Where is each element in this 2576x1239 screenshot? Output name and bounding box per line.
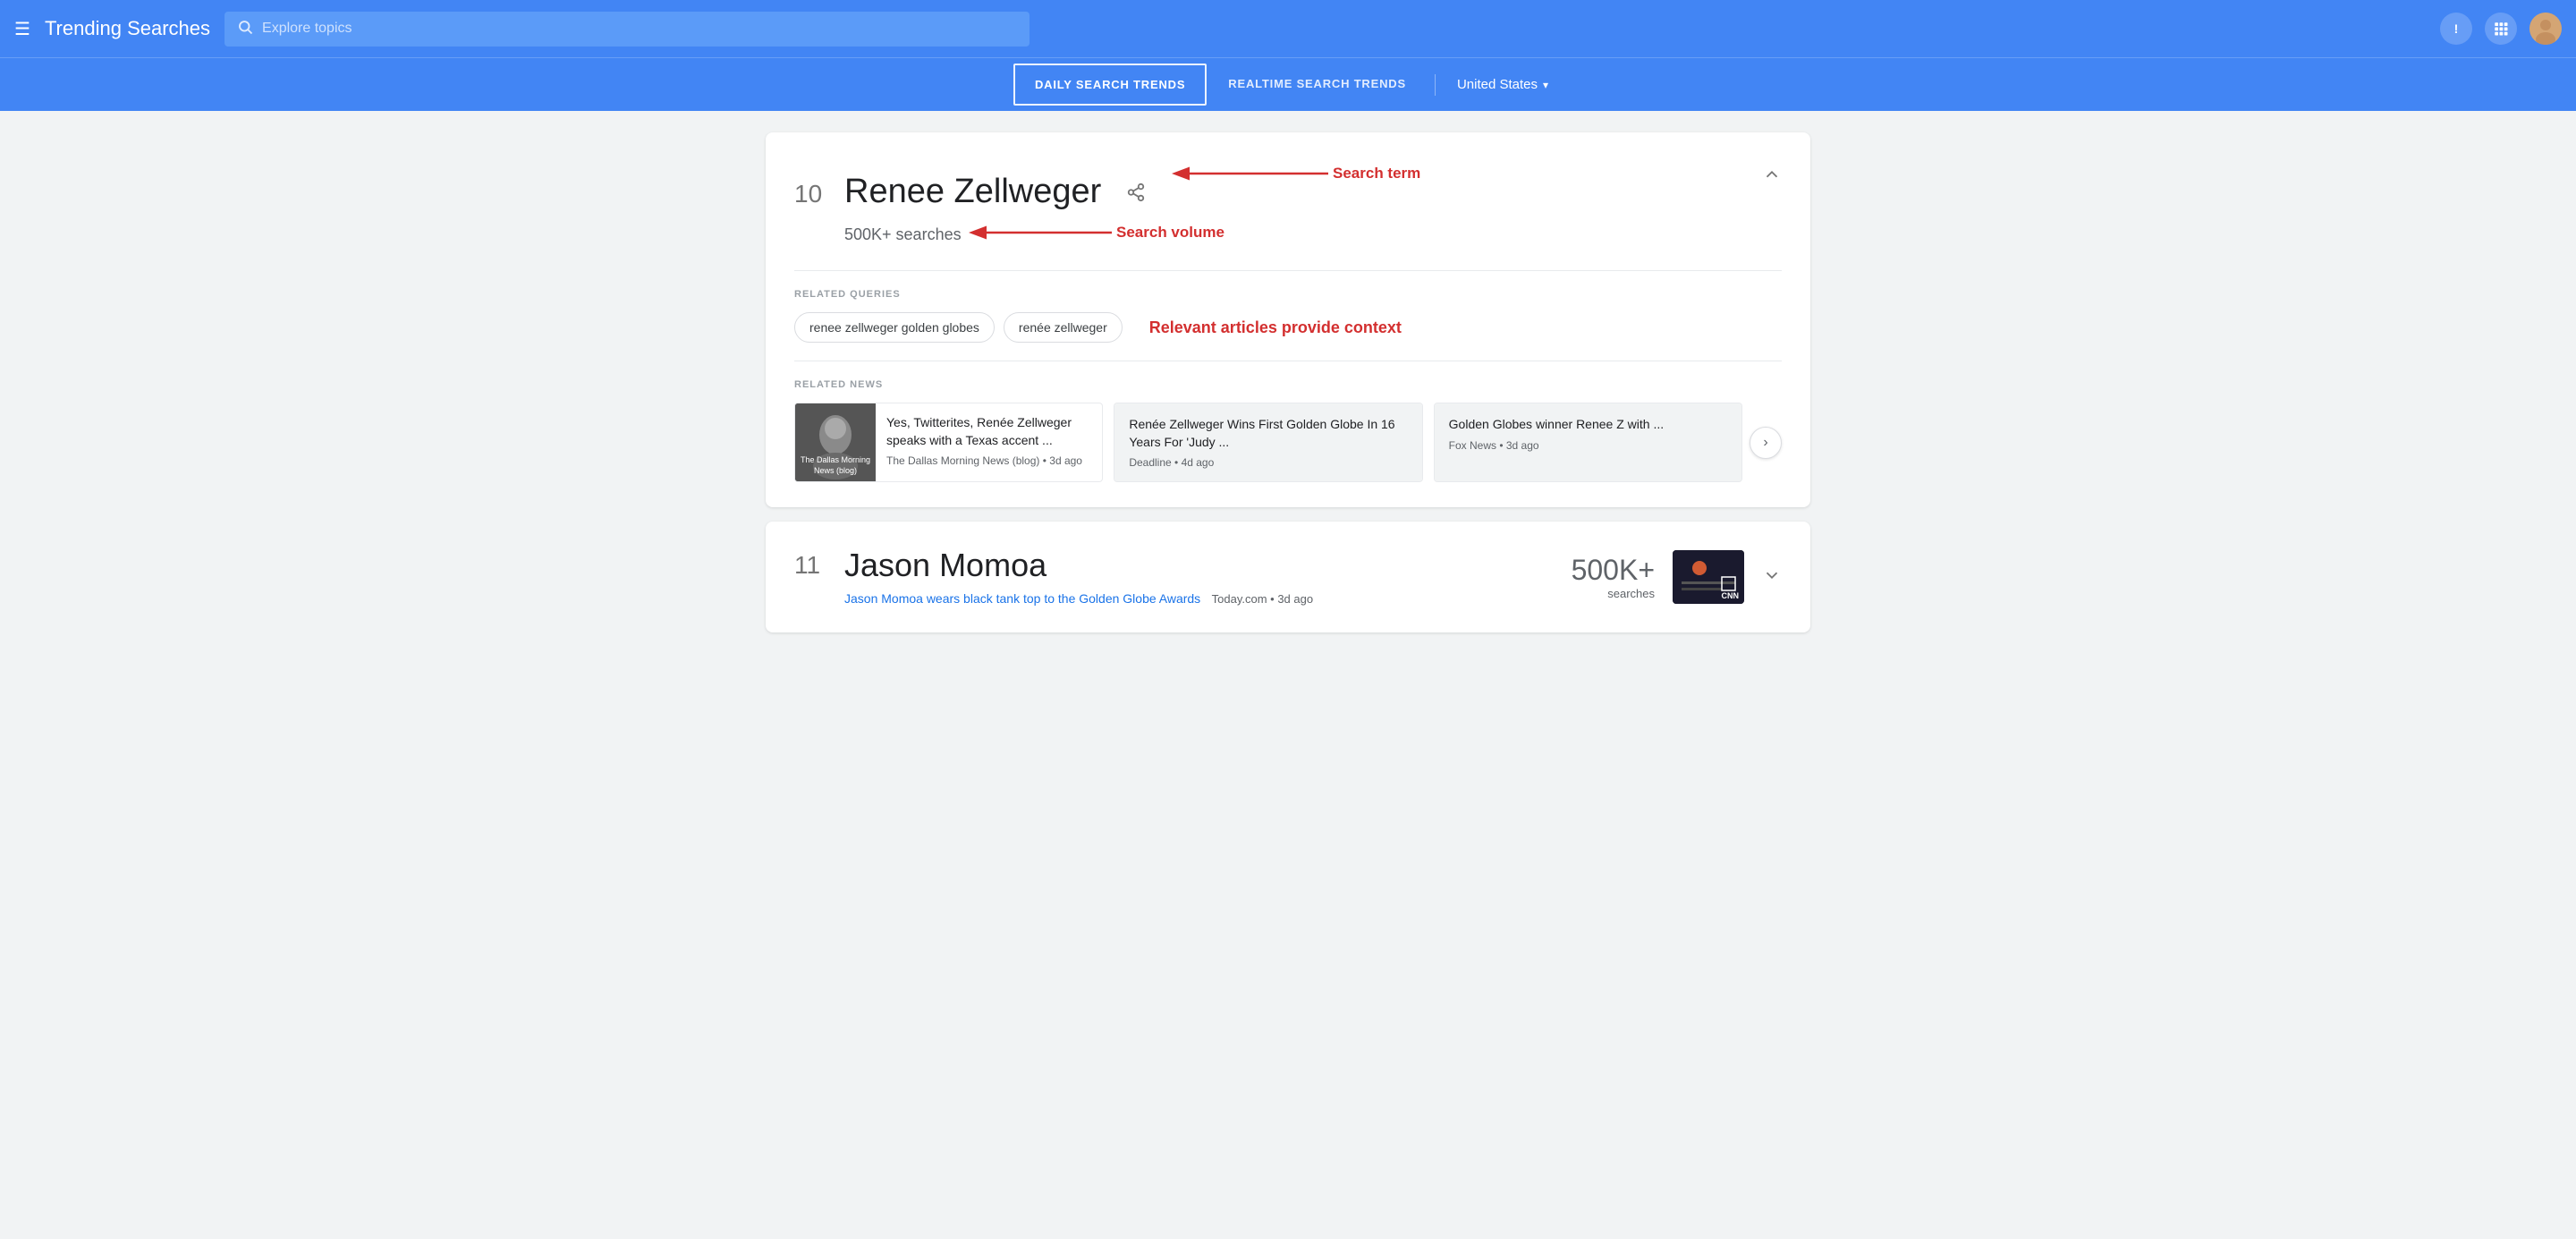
related-queries-section: RELATED QUERIES renee zellweger golden g… bbox=[766, 271, 1810, 361]
news-card-title-1: Renée Zellweger Wins First Golden Globe … bbox=[1129, 416, 1407, 451]
apps-button[interactable] bbox=[2485, 13, 2517, 45]
relevant-articles-annotation: Relevant articles provide context bbox=[1149, 312, 1509, 343]
result-header-10: 10 Renee Zellweger bbox=[766, 132, 1810, 270]
related-news-label: RELATED NEWS bbox=[794, 379, 1782, 390]
annotation-text-articles: Relevant articles provide context bbox=[1149, 318, 1402, 337]
result-11-news-meta: Today.com • 3d ago bbox=[1212, 592, 1313, 606]
news-card-img-0: The Dallas Morning News (blog) bbox=[795, 403, 876, 481]
result-11-volume-small: searches bbox=[1572, 587, 1655, 600]
search-volume-annotation: Search volume bbox=[969, 216, 1148, 252]
avatar[interactable] bbox=[2529, 13, 2562, 45]
result-volume: 500K+ searches bbox=[844, 225, 962, 244]
news-card-content-0: Yes, Twitterites, Renée Zellweger speaks… bbox=[876, 403, 1102, 481]
news-card-content-1: Renée Zellweger Wins First Golden Globe … bbox=[1114, 403, 1421, 481]
result-11-volume: 500K+ searches bbox=[1572, 554, 1655, 600]
country-label: United States bbox=[1457, 77, 1538, 92]
svg-text:Search term: Search term bbox=[1333, 165, 1420, 182]
news-card-source-2: Fox News • 3d ago bbox=[1449, 439, 1727, 452]
news-card-source-1: Deadline • 4d ago bbox=[1129, 456, 1407, 469]
result-11-img: CNN bbox=[1673, 550, 1744, 604]
nav-bar: DAILY SEARCH TRENDS REALTIME SEARCH TREN… bbox=[0, 57, 2576, 111]
tab-realtime-search-trends[interactable]: REALTIME SEARCH TRENDS bbox=[1207, 61, 1428, 109]
result-card-10: 10 Renee Zellweger bbox=[766, 132, 1810, 507]
card-content: 10 Renee Zellweger bbox=[766, 132, 1810, 507]
search-input[interactable] bbox=[262, 21, 1017, 37]
result-11-news-link: Jason Momoa wears black tank top to the … bbox=[844, 591, 1572, 607]
news-card-2[interactable]: Golden Globes winner Renee Z with ... Fo… bbox=[1434, 403, 1742, 482]
related-news-section: RELATED NEWS bbox=[766, 361, 1810, 507]
result-title: Renee Zellweger bbox=[844, 173, 1101, 211]
search-bar[interactable] bbox=[225, 12, 1030, 47]
news-card-title-0: Yes, Twitterites, Renée Zellweger speaks… bbox=[886, 414, 1091, 449]
news-next-button[interactable]: › bbox=[1750, 427, 1782, 459]
result-11-volume-large: 500K+ bbox=[1572, 554, 1655, 587]
result-11-rank: 11 bbox=[794, 551, 830, 580]
avatar-image bbox=[2529, 13, 2562, 45]
query-chips: renee zellweger golden globes renée zell… bbox=[794, 312, 1782, 343]
search-icon bbox=[237, 19, 253, 39]
result-11-news-title[interactable]: Jason Momoa wears black tank top to the … bbox=[844, 591, 1200, 606]
result-11-rank-title: 11 Jason Momoa bbox=[794, 547, 1572, 584]
menu-icon[interactable]: ☰ bbox=[14, 18, 30, 40]
news-card-source-0: The Dallas Morning News (blog) • 3d ago bbox=[886, 454, 1091, 467]
result-11-img-label: CNN bbox=[1722, 591, 1740, 600]
query-chip-1[interactable]: renée zellweger bbox=[1004, 312, 1123, 343]
related-queries-label: RELATED QUERIES bbox=[794, 289, 1782, 300]
header-left: ☰ Trending Searches bbox=[14, 17, 210, 40]
news-img-label-0: The Dallas Morning News (blog) bbox=[799, 455, 872, 476]
result-11-content: 11 Jason Momoa Jason Momoa wears black t… bbox=[766, 522, 1810, 632]
search-term-annotation: Search term bbox=[1167, 157, 1364, 202]
query-chip-0[interactable]: renee zellweger golden globes bbox=[794, 312, 995, 343]
chevron-down-icon: ▾ bbox=[1543, 79, 1548, 91]
articles-arrow-1 bbox=[1402, 314, 1509, 341]
share-icon[interactable] bbox=[1126, 182, 1146, 208]
header-right: ! bbox=[2440, 13, 2562, 45]
result-11-title: Jason Momoa bbox=[844, 547, 1046, 584]
news-card-title-2: Golden Globes winner Renee Z with ... bbox=[1449, 416, 1727, 434]
rank-title-row: 10 Renee Zellweger bbox=[794, 157, 1762, 211]
collapse-button[interactable] bbox=[1762, 165, 1782, 189]
app-header: ☰ Trending Searches ! bbox=[0, 0, 2576, 57]
main-content: 10 Renee Zellweger bbox=[751, 111, 1825, 668]
tab-daily-search-trends[interactable]: DAILY SEARCH TRENDS bbox=[1013, 64, 1207, 106]
news-cards-wrapper: The Dallas Morning News (blog) Yes, Twit… bbox=[794, 403, 1782, 482]
result-card-11: 11 Jason Momoa Jason Momoa wears black t… bbox=[766, 522, 1810, 632]
news-card-0[interactable]: The Dallas Morning News (blog) Yes, Twit… bbox=[794, 403, 1103, 482]
result-11-right: 500K+ searches CNN bbox=[1572, 550, 1782, 604]
nav-divider bbox=[1435, 74, 1436, 96]
news-cards: The Dallas Morning News (blog) Yes, Twit… bbox=[794, 403, 1742, 482]
feedback-icon: ! bbox=[2454, 21, 2459, 36]
expand-button-11[interactable] bbox=[1762, 565, 1782, 590]
news-card-content-2: Golden Globes winner Renee Z with ... Fo… bbox=[1435, 403, 1741, 481]
volume-row: 500K+ searches Search volume bbox=[844, 216, 1762, 252]
result-rank: 10 bbox=[794, 180, 830, 208]
result-11-left: 11 Jason Momoa Jason Momoa wears black t… bbox=[794, 547, 1572, 607]
app-title: Trending Searches bbox=[45, 17, 210, 40]
result-header-left: 10 Renee Zellweger bbox=[794, 157, 1762, 252]
news-card-placeholder-0: The Dallas Morning News (blog) bbox=[795, 403, 876, 481]
svg-text:Search volume: Search volume bbox=[1116, 224, 1224, 241]
news-card-1[interactable]: Renée Zellweger Wins First Golden Globe … bbox=[1114, 403, 1422, 482]
feedback-button[interactable]: ! bbox=[2440, 13, 2472, 45]
country-selector[interactable]: United States ▾ bbox=[1443, 61, 1563, 108]
